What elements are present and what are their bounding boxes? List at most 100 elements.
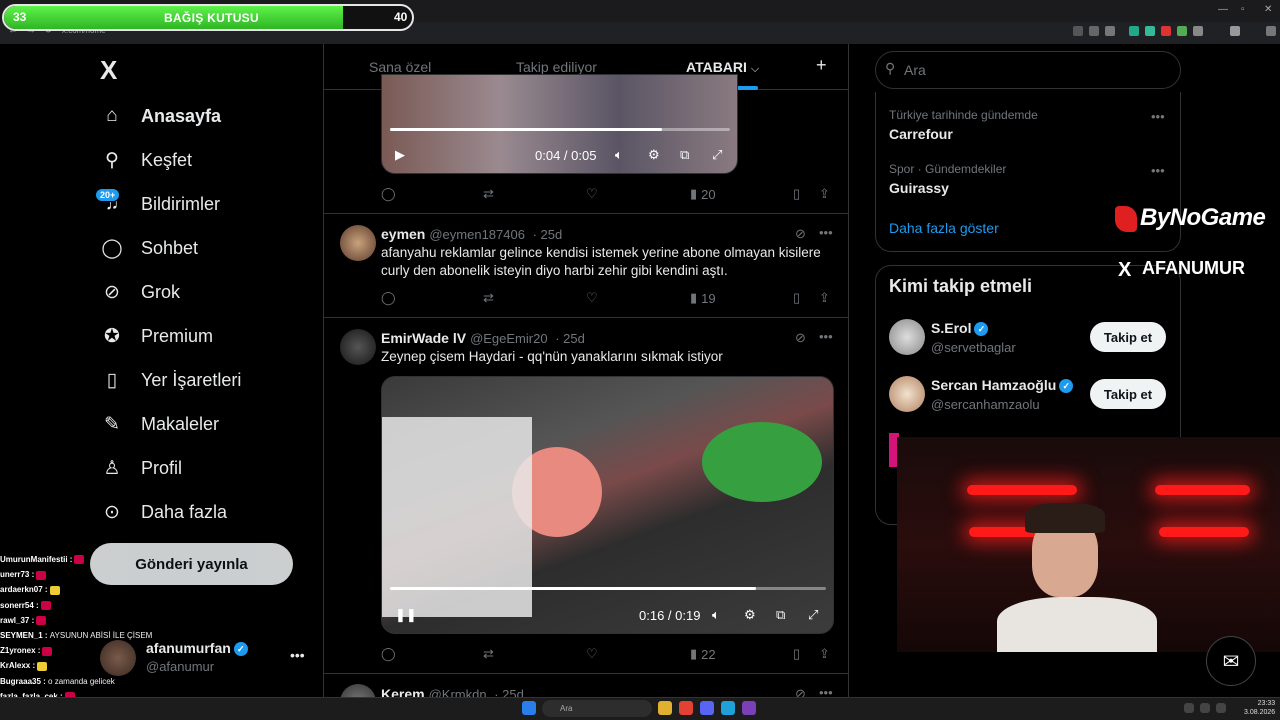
nav-articles[interactable]: ✎ Makaleler — [100, 409, 219, 439]
extension-icon[interactable] — [1177, 26, 1187, 36]
tweet-time[interactable]: 25d — [541, 227, 563, 242]
like-icon[interactable]: ♡ — [586, 646, 598, 662]
share-icon[interactable]: ⇪ — [819, 290, 830, 306]
video-progress[interactable] — [390, 587, 826, 590]
share-icon[interactable]: ⇪ — [819, 646, 830, 662]
show-more-link[interactable]: Daha fazla göster — [889, 220, 999, 236]
like-icon[interactable]: ♡ — [586, 290, 598, 306]
extension-icon[interactable] — [1193, 26, 1203, 36]
zoom-icon[interactable] — [1073, 26, 1083, 36]
follow-suggestion[interactable]: S.Erol ✓ @servetbaglar — [931, 320, 1016, 355]
bookmark-icon[interactable]: ▯ — [793, 290, 800, 306]
fullscreen-icon[interactable]: ⤢ — [808, 607, 818, 623]
avatar[interactable] — [100, 640, 136, 676]
video-progress[interactable] — [390, 128, 730, 131]
file-explorer-icon[interactable] — [658, 701, 672, 715]
share-icon[interactable]: ⇪ — [819, 186, 830, 202]
like-icon[interactable]: ♡ — [586, 186, 598, 202]
bookmark-icon[interactable]: ▯ — [793, 186, 800, 202]
clock[interactable]: 23:33 3.08.2026 — [1244, 699, 1275, 717]
extension-icon[interactable] — [1145, 26, 1155, 36]
trend-more-icon[interactable]: ••• — [1151, 163, 1165, 178]
discord-icon[interactable] — [700, 701, 714, 715]
tweet-author[interactable]: eymen — [381, 226, 425, 242]
chrome-icon[interactable] — [679, 701, 693, 715]
settings-icon[interactable]: ⚙ — [648, 147, 660, 163]
views-button[interactable]: ▮ 22 — [690, 646, 716, 662]
fullscreen-icon[interactable]: ⤢ — [712, 147, 722, 163]
trend-more-icon[interactable]: ••• — [1151, 109, 1165, 124]
tab-for-you[interactable]: Sana özel — [369, 59, 431, 75]
tweet-handle[interactable]: @EgeEmir20 — [470, 331, 548, 346]
tweet-handle[interactable]: @eymen187406 — [429, 227, 525, 242]
messages-fab-icon[interactable]: ✉ — [1206, 636, 1256, 686]
start-icon[interactable] — [522, 701, 536, 715]
nav-chat[interactable]: ◯ Sohbet — [100, 233, 198, 263]
repost-icon[interactable]: ⇄ — [483, 290, 494, 306]
views-button[interactable]: ▮ 20 — [690, 186, 716, 202]
grok-icon[interactable]: ⊘ — [795, 330, 806, 346]
nav-more[interactable]: ⊙ Daha fazla — [100, 497, 227, 527]
chat-icon: ◯ — [101, 237, 123, 259]
main-feed[interactable]: Sana özel Takip ediliyor ATABARI ⌵ + ▶ 0… — [323, 44, 849, 720]
account-menu-icon[interactable]: ••• — [290, 647, 305, 663]
repost-icon[interactable]: ⇄ — [483, 646, 494, 662]
volume-icon[interactable]: 🔈︎ — [712, 607, 720, 623]
views-button[interactable]: ▮ 19 — [690, 290, 716, 306]
avatar[interactable] — [340, 329, 376, 365]
avatar[interactable] — [340, 225, 376, 261]
tweet-time[interactable]: 25d — [563, 331, 585, 346]
tray-icon[interactable] — [1184, 703, 1194, 713]
nav-home[interactable]: ⌂ Anasayfa — [100, 101, 221, 131]
grok-icon[interactable]: ⊘ — [795, 226, 806, 242]
cast-icon[interactable] — [1089, 26, 1099, 36]
follow-suggestion[interactable]: Sercan Hamzaoğlu ✓ @sercanhamzaolu — [931, 377, 1074, 412]
play-icon[interactable]: ▶ — [395, 147, 405, 163]
volume-icon[interactable] — [1216, 703, 1226, 713]
trend-item[interactable]: Spor · Gündemdekiler Guirassy — [889, 162, 1006, 196]
pip-icon[interactable]: ⧉ — [776, 607, 785, 623]
follow-button[interactable]: Takip et — [1090, 379, 1166, 409]
taskbar-search[interactable]: Ara — [542, 700, 652, 717]
nav-profile[interactable]: ♙ Profil — [100, 453, 182, 483]
nav-explore[interactable]: ⚲ Keşfet — [100, 145, 192, 175]
nav-premium[interactable]: ✪ Premium — [100, 321, 213, 351]
edge-icon[interactable] — [721, 701, 735, 715]
tweet-text: Zeynep çisem Haydari - qq'nün yanakların… — [381, 349, 723, 364]
video-player[interactable]: ▶ 0:04 / 0:05 🔈︎ ⚙ ⧉ ⤢ — [381, 74, 738, 174]
pause-icon[interactable]: ❚❚ — [395, 607, 417, 623]
maximize-icon[interactable]: ▫ — [1241, 4, 1245, 15]
wifi-icon[interactable] — [1200, 703, 1210, 713]
post-button[interactable]: Gönderi yayınla — [90, 543, 293, 585]
avatar[interactable] — [889, 319, 925, 355]
nav-grok[interactable]: ⊘ Grok — [100, 277, 180, 307]
more-icon[interactable]: ••• — [819, 329, 833, 344]
nav-bookmarks[interactable]: ▯ Yer İşaretleri — [100, 365, 242, 395]
tab-following[interactable]: Takip ediliyor — [516, 59, 597, 75]
menu-icon[interactable] — [1266, 26, 1276, 36]
close-icon[interactable]: ✕ — [1264, 4, 1272, 15]
avatar[interactable] — [889, 376, 925, 412]
extension-icon[interactable] — [1129, 26, 1139, 36]
reply-icon[interactable]: ◯ — [381, 646, 396, 662]
follow-button[interactable]: Takip et — [1090, 322, 1166, 352]
tweet-author[interactable]: EmirWade lV — [381, 330, 466, 346]
pip-icon[interactable]: ⧉ — [680, 147, 689, 163]
extension-icon[interactable] — [1161, 26, 1171, 36]
x-logo[interactable]: X — [100, 55, 117, 86]
verified-icon: ✓ — [974, 322, 989, 336]
settings-icon[interactable]: ⚙ — [744, 607, 756, 623]
more-icon[interactable]: ••• — [819, 225, 833, 240]
minimize-icon[interactable]: — — [1218, 4, 1228, 15]
repost-icon[interactable]: ⇄ — [483, 186, 494, 202]
star-icon[interactable] — [1105, 26, 1115, 36]
video-player[interactable]: ❚❚ 0:16 / 0:19 🔈︎ ⚙ ⧉ ⤢ — [381, 376, 834, 634]
add-tab-icon[interactable]: + — [816, 55, 827, 76]
profile-icon[interactable] — [1230, 26, 1240, 36]
trend-item[interactable]: Türkiye tarihinde gündemde Carrefour — [889, 108, 1038, 142]
bookmark-icon[interactable]: ▯ — [793, 646, 800, 662]
reply-icon[interactable]: ◯ — [381, 186, 396, 202]
reply-icon[interactable]: ◯ — [381, 290, 396, 306]
app-icon[interactable] — [742, 701, 756, 715]
volume-icon[interactable]: 🔈︎ — [615, 147, 623, 163]
